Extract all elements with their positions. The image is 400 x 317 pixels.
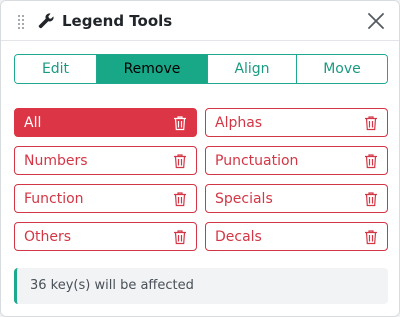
tab-remove[interactable]: Remove: [97, 55, 208, 83]
trash-icon: [365, 154, 377, 169]
remove-punctuation-button[interactable]: Punctuation: [205, 146, 388, 175]
close-icon[interactable]: [367, 12, 385, 30]
affected-keys-notice: 36 key(s) will be affected: [14, 268, 388, 304]
trash-icon: [365, 230, 377, 245]
tab-align[interactable]: Align: [208, 55, 297, 83]
remove-decals-button[interactable]: Decals: [205, 222, 388, 251]
trash-icon: [365, 192, 377, 207]
button-label: Decals: [215, 229, 262, 245]
remove-function-button[interactable]: Function: [14, 184, 197, 213]
button-label: All: [24, 115, 42, 131]
button-label: Function: [24, 191, 84, 207]
affected-keys-message: 36 key(s) will be affected: [30, 278, 194, 293]
remove-all-button[interactable]: All: [14, 108, 197, 137]
panel-title: Legend Tools: [62, 12, 173, 30]
drag-handle-icon[interactable]: [18, 15, 26, 29]
panel-header: Legend Tools: [1, 1, 399, 41]
button-label: Others: [24, 229, 72, 245]
trash-icon: [174, 116, 186, 131]
mode-tabs: Edit Remove Align Move: [14, 54, 388, 84]
button-label: Specials: [215, 191, 273, 207]
remove-others-button[interactable]: Others: [14, 222, 197, 251]
button-label: Alphas: [215, 115, 263, 131]
legend-tools-panel: Legend Tools Edit Remove Align Move All …: [0, 0, 400, 317]
remove-specials-button[interactable]: Specials: [205, 184, 388, 213]
trash-icon: [174, 154, 186, 169]
button-label: Numbers: [24, 153, 88, 169]
remove-numbers-button[interactable]: Numbers: [14, 146, 197, 175]
trash-icon: [174, 192, 186, 207]
button-label: Punctuation: [215, 153, 299, 169]
trash-icon: [365, 116, 377, 131]
wrench-icon: [38, 13, 54, 29]
remove-alphas-button[interactable]: Alphas: [205, 108, 388, 137]
tab-move[interactable]: Move: [297, 55, 387, 83]
trash-icon: [174, 230, 186, 245]
tab-edit[interactable]: Edit: [15, 55, 97, 83]
